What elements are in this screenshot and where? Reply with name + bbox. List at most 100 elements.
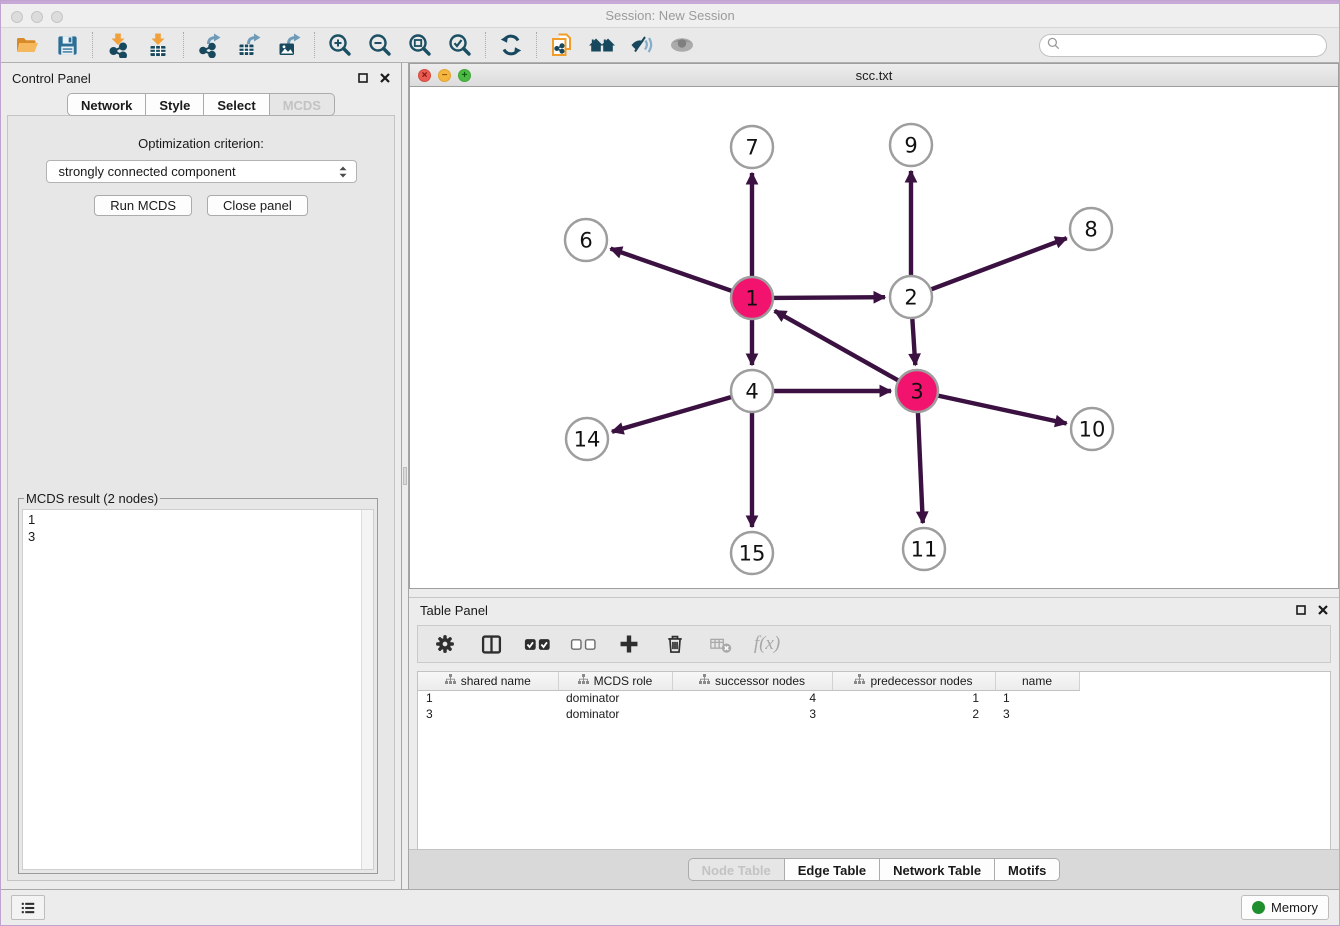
memory-button[interactable]: Memory [1241, 895, 1329, 920]
table-cell[interactable]: 4 [672, 690, 832, 706]
panel-splitter[interactable] [401, 63, 409, 889]
close-panel-icon[interactable] [380, 71, 390, 86]
columns-icon[interactable] [476, 629, 506, 659]
tab-edge-table[interactable]: Edge Table [785, 858, 880, 881]
zoom-in-icon[interactable] [320, 30, 360, 60]
column-header-shared-name[interactable]: shared name [418, 672, 558, 690]
float-table-panel-icon[interactable] [1296, 603, 1306, 618]
graph-node-15[interactable]: 15 [731, 532, 773, 574]
graph-edge-4-14[interactable] [612, 397, 732, 432]
graph-node-8[interactable]: 8 [1070, 208, 1112, 250]
network-overview-icon[interactable] [582, 30, 622, 60]
result-line: 3 [28, 528, 368, 545]
close-view-button[interactable]: × [418, 69, 431, 82]
minimize-window-button[interactable] [31, 11, 43, 23]
graph-node-9[interactable]: 9 [890, 124, 932, 166]
clone-network-icon[interactable] [542, 30, 582, 60]
graph-edge-2-3[interactable] [912, 318, 915, 365]
table-cell[interactable]: dominator [558, 690, 672, 706]
optimization-criterion-dropdown[interactable]: strongly connected component [46, 160, 357, 183]
task-history-button[interactable] [11, 895, 45, 920]
graph-edge-1-6[interactable] [611, 249, 733, 292]
run-mcds-button[interactable]: Run MCDS [94, 195, 192, 216]
graph-edge-3-1[interactable] [775, 311, 899, 381]
refresh-view-icon[interactable] [491, 30, 531, 60]
search-field[interactable] [1039, 34, 1327, 57]
table-cell[interactable]: 3 [672, 706, 832, 722]
graph-edge-3-10[interactable] [938, 396, 1067, 424]
table-header[interactable]: shared nameMCDS rolesuccessor nodesprede… [418, 672, 1079, 690]
graph-node-11[interactable]: 11 [903, 528, 945, 570]
open-session-icon[interactable] [7, 30, 47, 60]
deselect-all-icon[interactable] [568, 629, 598, 659]
toolbar-separator [485, 32, 486, 58]
table-row[interactable]: 1dominator411 [418, 690, 1079, 706]
export-network-icon[interactable] [189, 30, 229, 60]
table-body[interactable]: 1dominator4113dominator323 [418, 690, 1079, 722]
tab-mcds[interactable]: MCDS [270, 93, 335, 116]
network-window-titlebar[interactable]: × − + scc.txt [409, 63, 1339, 87]
graph-node-14[interactable]: 14 [566, 418, 608, 460]
graph-edge-3-11[interactable] [918, 412, 923, 523]
maximize-view-button[interactable]: + [458, 69, 471, 82]
add-column-icon[interactable] [614, 629, 644, 659]
graph-node-6[interactable]: 6 [565, 219, 607, 261]
column-header-predecessor-nodes[interactable]: predecessor nodes [832, 672, 995, 690]
dropdown-stepper-icon [335, 164, 351, 183]
graph-edge-1-2[interactable] [773, 297, 885, 298]
graph-node-4[interactable]: 4 [731, 370, 773, 412]
search-input[interactable] [1065, 39, 1319, 53]
toolbar-separator [314, 32, 315, 58]
import-network-icon[interactable] [98, 30, 138, 60]
zoom-out-icon[interactable] [360, 30, 400, 60]
table-cell[interactable]: 1 [832, 690, 995, 706]
graph-node-1[interactable]: 1 [731, 277, 773, 319]
select-all-checked-icon[interactable] [522, 629, 552, 659]
main-toolbar [1, 28, 1339, 63]
tab-network[interactable]: Network [67, 93, 146, 116]
table-cell[interactable]: 1 [995, 690, 1079, 706]
close-table-panel-icon[interactable] [1318, 603, 1328, 618]
table-cell[interactable]: 1 [418, 690, 558, 706]
node-table[interactable]: shared nameMCDS rolesuccessor nodesprede… [417, 671, 1331, 849]
export-table-icon[interactable] [229, 30, 269, 60]
tab-select[interactable]: Select [204, 93, 269, 116]
settings-gear-icon[interactable] [430, 629, 460, 659]
save-session-icon[interactable] [47, 30, 87, 60]
import-table-icon[interactable] [138, 30, 178, 60]
column-header-name[interactable]: name [995, 672, 1079, 690]
maximize-window-button[interactable] [51, 11, 63, 23]
delete-column-icon[interactable] [660, 629, 690, 659]
column-header-mcds-role[interactable]: MCDS role [558, 672, 672, 690]
close-window-button[interactable] [11, 11, 23, 23]
graph-node-7[interactable]: 7 [731, 126, 773, 168]
table-cell[interactable]: 3 [995, 706, 1079, 722]
graph-edge-2-8[interactable] [931, 238, 1067, 289]
table-cell[interactable]: dominator [558, 706, 672, 722]
hide-selected-icon[interactable] [622, 30, 662, 60]
float-panel-icon[interactable] [358, 71, 368, 86]
graph-node-2[interactable]: 2 [890, 276, 932, 318]
tab-node-table[interactable]: Node Table [688, 858, 785, 881]
network-canvas[interactable]: 7 9 6 8 1 2 4 3 14 10 15 11 [409, 87, 1339, 589]
result-scrollbar[interactable] [361, 510, 373, 869]
export-image-icon[interactable] [269, 30, 309, 60]
minimize-view-button[interactable]: − [438, 69, 451, 82]
show-all-icon[interactable] [662, 30, 702, 60]
table-toolbar: f(x) [417, 625, 1331, 663]
tab-motifs[interactable]: Motifs [995, 858, 1060, 881]
graph-node-10[interactable]: 10 [1071, 408, 1113, 450]
horizontal-divider[interactable] [409, 589, 1339, 597]
mcds-result-textarea[interactable]: 13 [22, 509, 374, 870]
zoom-fit-icon[interactable] [400, 30, 440, 60]
table-row[interactable]: 3dominator323 [418, 706, 1079, 722]
column-header-successor-nodes[interactable]: successor nodes [672, 672, 832, 690]
zoom-selected-icon[interactable] [440, 30, 480, 60]
mcds-result-group: MCDS result (2 nodes) 13 [18, 491, 378, 874]
close-panel-button[interactable]: Close panel [207, 195, 308, 216]
table-cell[interactable]: 2 [832, 706, 995, 722]
tab-network-table[interactable]: Network Table [880, 858, 995, 881]
graph-node-3[interactable]: 3 [896, 370, 938, 412]
table-cell[interactable]: 3 [418, 706, 558, 722]
tab-style[interactable]: Style [146, 93, 204, 116]
